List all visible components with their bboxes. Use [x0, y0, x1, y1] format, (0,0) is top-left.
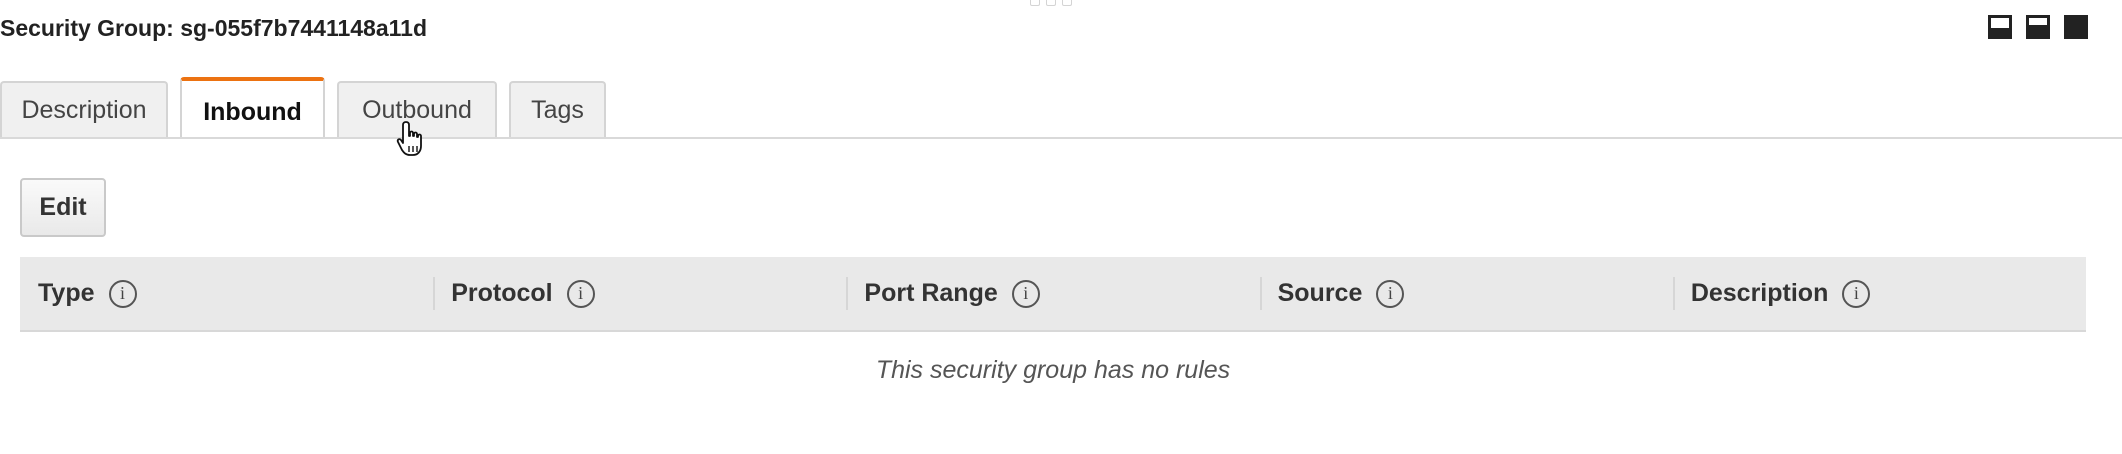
- panel-title: Security Group: sg-055f7b7441148a11d: [0, 15, 427, 41]
- info-icon[interactable]: i: [1011, 279, 1040, 308]
- column-label: Protocol: [451, 279, 553, 307]
- layout-bottom-large-icon[interactable]: [2064, 15, 2088, 39]
- column-label: Port Range: [864, 279, 998, 307]
- column-label: Type: [38, 279, 95, 307]
- column-header-protocol[interactable]: Protocol i: [433, 257, 846, 330]
- tab-tags[interactable]: Tags: [509, 81, 606, 137]
- info-icon[interactable]: i: [1376, 279, 1405, 308]
- hand-pointer-cursor-icon: [396, 121, 422, 156]
- layout-controls: [1988, 15, 2088, 39]
- layout-bottom-half-icon[interactable]: [2026, 15, 2050, 39]
- table-header: Type i Protocol i Port Range i Source i …: [20, 257, 2086, 332]
- inbound-rules-table: Type i Protocol i Port Range i Source i …: [20, 257, 2086, 385]
- edit-button[interactable]: Edit: [20, 178, 106, 237]
- info-icon[interactable]: i: [566, 279, 595, 308]
- tab-bar-divider: [0, 137, 2122, 139]
- column-header-description[interactable]: Description i: [1672, 257, 2086, 330]
- column-label: Description: [1690, 279, 1829, 307]
- tab-description[interactable]: Description: [0, 81, 168, 137]
- layout-bottom-small-icon[interactable]: [1988, 15, 2012, 39]
- column-header-type[interactable]: Type i: [20, 257, 433, 330]
- column-header-port-range[interactable]: Port Range i: [846, 257, 1259, 330]
- info-icon[interactable]: i: [108, 279, 137, 308]
- resize-grip-icon[interactable]: [1030, 0, 1072, 6]
- tab-inbound[interactable]: Inbound: [180, 77, 325, 139]
- column-header-source[interactable]: Source i: [1259, 257, 1673, 330]
- info-icon[interactable]: i: [1842, 279, 1871, 308]
- column-label: Source: [1277, 279, 1363, 307]
- empty-state-message: This security group has no rules: [875, 356, 1231, 384]
